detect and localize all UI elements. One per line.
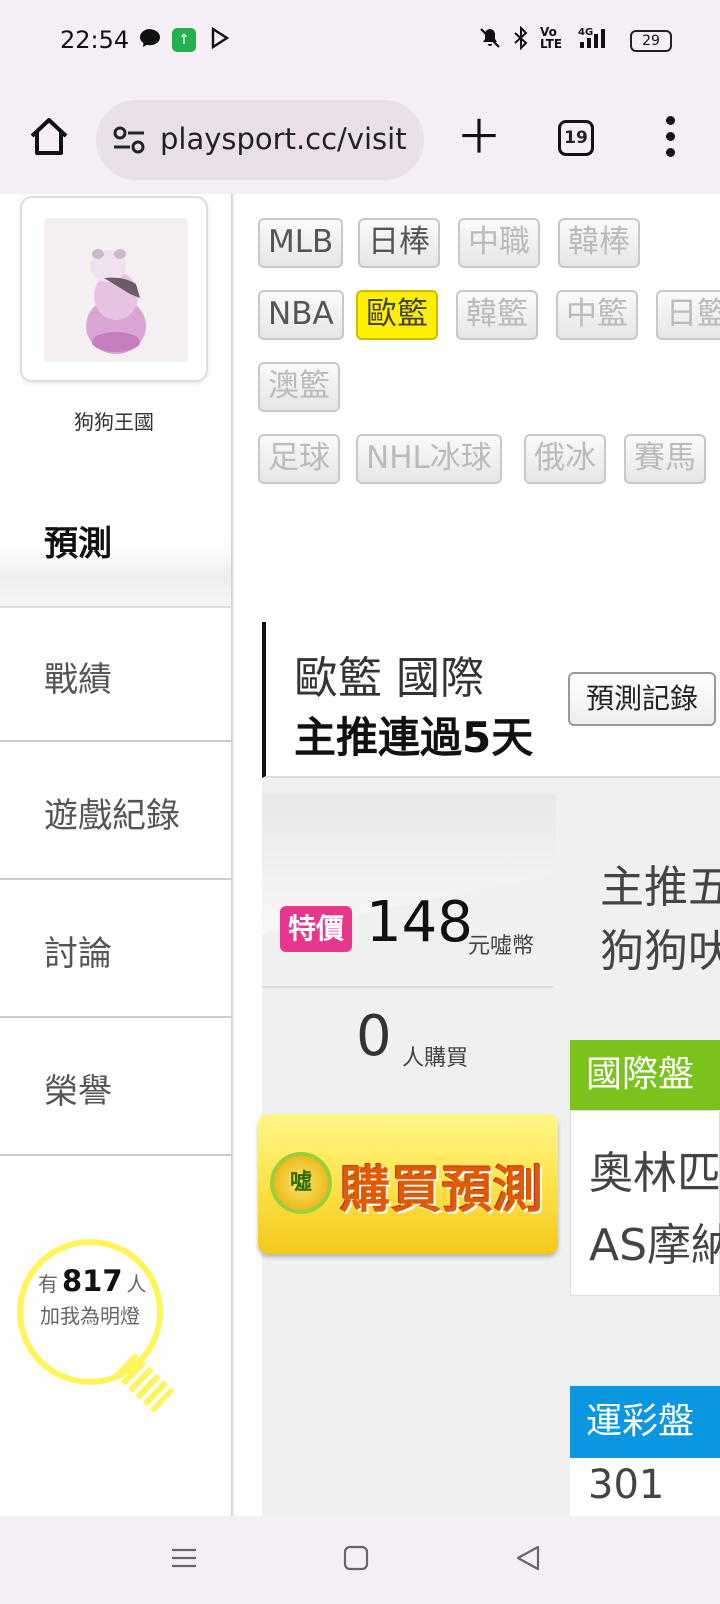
nav-item-label: 遊戲紀錄 (44, 796, 180, 836)
new-tab-button[interactable]: ＋ (456, 114, 502, 160)
chip-nhl[interactable]: NHL冰球 (356, 434, 502, 484)
nav-item-record[interactable]: 戰績 (0, 606, 232, 742)
divider (262, 986, 554, 988)
chip-cpbl[interactable]: 中職 (458, 218, 540, 268)
prediction-record-button[interactable]: 預測記錄 (568, 672, 716, 726)
app-update-icon: ↑ (172, 28, 196, 52)
sport-filter-panel: MLB 日棒 中職 韓棒 NBA 歐籃 韓籃 中籃 日籃 澳籃 足球 NHL冰球… (234, 194, 720, 614)
sports-lottery-box[interactable]: 301 (570, 1458, 720, 1516)
tab-switcher-button[interactable]: 19 (558, 120, 594, 156)
chip-khl[interactable]: 俄冰 (524, 434, 606, 484)
home-button[interactable] (26, 114, 72, 160)
chip-kbl[interactable]: 韓籃 (456, 290, 538, 340)
chip-soccer[interactable]: 足球 (258, 434, 340, 484)
lottery-code: 301 (588, 1462, 665, 1508)
nav-item-predictions[interactable]: 預測 (0, 466, 232, 606)
status-time: 22:54 (60, 26, 130, 54)
system-navigation-bar (0, 1516, 720, 1604)
menu-icon (172, 1548, 196, 1568)
back-triangle-icon (516, 1545, 540, 1571)
volte-icon: Vo LTE (540, 25, 563, 51)
fans-suffix: 人 (126, 1272, 147, 1296)
home-nav-button[interactable] (342, 1544, 370, 1576)
mute-icon (478, 26, 502, 55)
chip-horse-racing[interactable]: 賽馬 (624, 434, 706, 484)
more-menu-button[interactable] (664, 116, 676, 160)
play-store-icon (208, 26, 232, 55)
bluetooth-icon (510, 25, 532, 55)
match-team: 奧林匹 (589, 1148, 720, 1199)
page-content: 狗狗王國 預測 戰績 遊戲紀錄 討論 榮譽 有 817 人 加我為明燈 MLB 日棒… (0, 194, 720, 1516)
lightbulb-icon[interactable] (14, 1232, 175, 1432)
site-settings-icon[interactable] (112, 126, 146, 154)
battery-icon: 29 (630, 30, 672, 52)
fans-count: 817 (62, 1264, 123, 1298)
fans-caption: 加我為明燈 (40, 1304, 140, 1328)
buy-prediction-button[interactable]: 噓 購買預測 (258, 1114, 558, 1254)
avatar-image (44, 218, 188, 362)
chat-bubble-icon (138, 26, 162, 55)
league-title: 歐籃 國際 (294, 653, 484, 704)
fans-prefix: 有 (38, 1272, 58, 1296)
address-bar[interactable]: playsport.cc/visit (96, 100, 424, 180)
chip-nbl[interactable]: 澳籃 (258, 362, 340, 412)
back-button[interactable] (514, 1544, 542, 1576)
sports-lottery-tag: 運彩盤 (570, 1386, 720, 1458)
home-icon (30, 118, 68, 155)
chip-bleague[interactable]: 日籃 (656, 290, 720, 340)
description-line: 主推五 (600, 862, 720, 913)
nav-item-label: 戰績 (44, 660, 112, 700)
prediction-description: 主推五 狗狗吠 (600, 856, 720, 984)
nav-item-game-log[interactable]: 遊戲紀錄 (0, 742, 232, 880)
nav-item-discussion[interactable]: 討論 (0, 880, 232, 1018)
browser-toolbar: playsport.cc/visit ＋ 19 (0, 84, 720, 194)
international-odds-box[interactable]: 奧林匹 AS摩納 (570, 1110, 720, 1296)
streak-title: 主推連過5天 (294, 713, 534, 762)
username[interactable]: 狗狗王國 (0, 406, 228, 435)
square-icon (343, 1545, 369, 1571)
special-price-badge: 特價 (280, 906, 352, 952)
price-value: 148 (366, 890, 473, 955)
buyers-unit: 人購買 (402, 1046, 469, 1071)
chip-euroleague[interactable]: 歐籃 (356, 290, 438, 340)
signal-4g-icon: 4G (568, 26, 608, 55)
chip-npb[interactable]: 日棒 (358, 218, 440, 268)
status-bar: 22:54 ↑ Vo LTE 4G 29 (0, 0, 720, 84)
nav-item-label: 預測 (44, 524, 112, 564)
price-unit: 元噓幣 (468, 934, 535, 959)
recent-apps-button[interactable] (170, 1544, 198, 1576)
buyers-count: 0 (356, 1004, 392, 1069)
chip-nba[interactable]: NBA (258, 290, 344, 340)
description-line: 狗狗吠 (600, 926, 720, 977)
url-text[interactable]: playsport.cc/visit (160, 122, 407, 156)
nav-item-label: 討論 (44, 934, 112, 974)
buy-prediction-label: 購買預測 (340, 1161, 544, 1219)
nav-item-label: 榮譽 (44, 1072, 112, 1112)
coin-icon: 噓 (270, 1152, 332, 1214)
match-team: AS摩納 (589, 1220, 720, 1271)
svg-text:4G: 4G (578, 27, 593, 38)
fans-count-line: 有 817 人 (38, 1264, 147, 1298)
chip-mlb[interactable]: MLB (258, 218, 344, 268)
nav-item-honors[interactable]: 榮譽 (0, 1018, 232, 1156)
avatar[interactable] (20, 196, 208, 382)
chip-kbo[interactable]: 韓棒 (558, 218, 640, 268)
chip-sbl[interactable]: 中籃 (556, 290, 638, 340)
international-odds-tag: 國際盤 (570, 1040, 720, 1110)
